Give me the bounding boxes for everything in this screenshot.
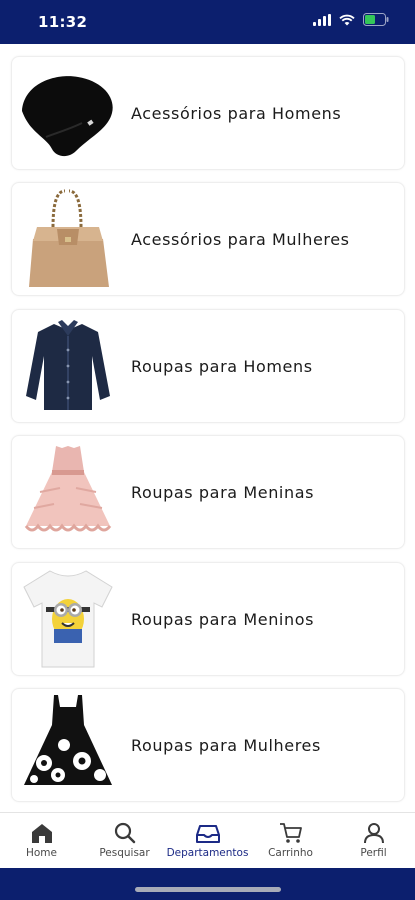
handbag-image xyxy=(12,184,124,294)
category-card-roupas-mulheres[interactable]: Roupas para Mulheres xyxy=(11,688,405,802)
category-card-roupas-homens[interactable]: Roupas para Homens xyxy=(11,309,405,423)
category-label: Acessórios para Homens xyxy=(131,103,342,123)
category-label: Roupas para Meninas xyxy=(131,482,315,502)
wifi-icon xyxy=(339,14,355,25)
tab-departments[interactable]: Departamentos xyxy=(166,813,249,868)
status-bar: 11:32 xyxy=(0,0,415,44)
inbox-icon xyxy=(195,825,220,843)
tab-label: Carrinho xyxy=(268,847,313,859)
cart-icon xyxy=(279,823,302,843)
tab-profile[interactable]: Perfil xyxy=(332,813,415,868)
minion-tshirt-image xyxy=(12,564,124,674)
tab-label: Pesquisar xyxy=(99,847,150,859)
status-icons xyxy=(313,13,389,26)
home-indicator[interactable] xyxy=(135,887,281,892)
battery-icon xyxy=(363,13,389,26)
category-label: Acessórios para Mulheres xyxy=(131,229,350,249)
tab-label: Home xyxy=(25,847,57,859)
category-list: Acessórios para Homens Acessórios para M… xyxy=(0,44,415,812)
category-label: Roupas para Homens xyxy=(131,356,313,376)
category-label: Roupas para Mulheres xyxy=(131,735,321,755)
floral-dress-image xyxy=(12,690,124,800)
beanie-hat-image xyxy=(12,58,124,168)
tab-label: Departamentos xyxy=(166,847,249,859)
status-time: 11:32 xyxy=(38,13,88,31)
girls-dress-image xyxy=(12,437,124,547)
home-indicator-area xyxy=(0,868,415,900)
category-card-roupas-meninos[interactable]: Roupas para Meninos xyxy=(11,562,405,676)
search-icon xyxy=(114,822,135,844)
home-icon xyxy=(31,824,52,843)
category-card-acessorios-mulheres[interactable]: Acessórios para Mulheres xyxy=(11,182,405,296)
tab-cart[interactable]: Carrinho xyxy=(249,813,332,868)
signal-icon xyxy=(313,13,331,26)
category-label: Roupas para Meninos xyxy=(131,609,315,629)
category-card-roupas-meninas[interactable]: Roupas para Meninas xyxy=(11,435,405,549)
tab-bar: Home Pesquisar Departamentos Carrinho Pe… xyxy=(0,812,415,868)
profile-icon xyxy=(363,823,384,844)
shirt-image xyxy=(12,311,124,421)
category-card-acessorios-homens[interactable]: Acessórios para Homens xyxy=(11,56,405,170)
tab-search[interactable]: Pesquisar xyxy=(83,813,166,868)
tab-label: Perfil xyxy=(360,847,387,859)
tab-home[interactable]: Home xyxy=(0,813,83,868)
